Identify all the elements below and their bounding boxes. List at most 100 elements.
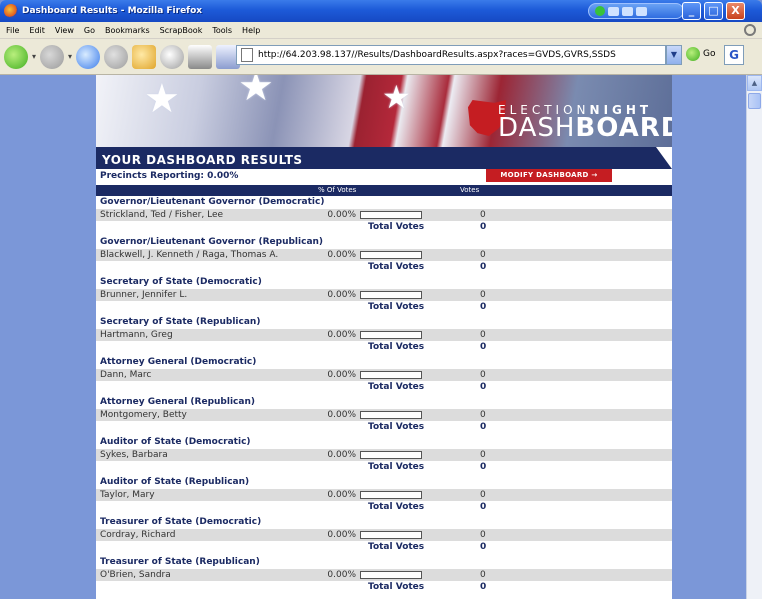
vote-count: 0 [480,330,486,340]
back-dropdown-icon[interactable]: ▾ [32,52,36,61]
race-block: Governor/Lieutenant Governor (Republican… [96,237,672,277]
candidate-row: Sykes, Barbara 0.00% 0 [96,449,672,461]
url-dropdown-icon[interactable]: ▼ [666,45,682,65]
vote-percent: 0.00% [327,210,356,220]
reload-icon[interactable] [76,44,101,69]
total-votes-label: Total Votes [368,222,425,232]
total-votes-label: Total Votes [368,302,425,312]
banner: ★ ★ ★ ELECTIONNIGHT DASHBOARD [96,75,672,147]
home-icon[interactable] [132,44,157,69]
menu-scrapbook[interactable]: ScrapBook [160,26,203,35]
race-title: Treasurer of State (Republican) [100,557,260,567]
network-icon [595,6,605,16]
vote-progress-bar [360,491,422,499]
total-votes-value: 0 [480,262,487,272]
total-votes-label: Total Votes [368,542,425,552]
race-block: Auditor of State (Republican) Taylor, Mar… [96,477,672,517]
back-arrow-icon[interactable] [4,44,28,69]
total-votes-value: 0 [480,422,487,432]
vote-count: 0 [480,250,486,260]
vote-progress-bar [360,451,422,459]
vote-percent: 0.00% [327,570,356,580]
brand-dashboard: DASHBOARD [498,113,672,143]
menu-file[interactable]: File [6,26,19,35]
vote-count: 0 [480,490,486,500]
scroll-up-arrow-icon[interactable]: ▲ [747,75,762,91]
race-title: Attorney General (Democratic) [100,357,257,367]
print-icon[interactable] [188,44,213,69]
vote-progress-bar [360,571,422,579]
address-bar[interactable]: http://64.203.98.137//Results/DashboardR… [236,45,666,65]
column-percent-header: % Of Votes [318,186,357,194]
vote-count: 0 [480,410,486,420]
vote-count: 0 [480,210,486,220]
vote-count: 0 [480,290,486,300]
history-icon[interactable] [160,44,185,69]
race-block: Governor/Lieutenant Governor (Democratic… [96,197,672,237]
candidate-name: Hartmann, Greg [100,330,173,340]
menu-help[interactable]: Help [242,26,260,35]
candidate-row: Cordray, Richard 0.00% 0 [96,529,672,541]
results-list: Governor/Lieutenant Governor (Democratic… [96,197,672,597]
page-title: YOUR DASHBOARD RESULTS [96,147,672,169]
forward-dropdown-icon[interactable]: ▾ [68,52,72,61]
candidate-row: Dann, Marc 0.00% 0 [96,369,672,381]
candidate-name: Blackwell, J. Kenneth / Raga, Thomas A. [100,250,279,260]
total-votes-value: 0 [480,222,487,232]
race-title: Governor/Lieutenant Governor (Republican… [100,237,324,247]
minimize-button[interactable]: _ [682,2,701,20]
vertical-scrollbar[interactable]: ▲ [746,75,762,599]
race-block: Secretary of State (Republican) Hartmann,… [96,317,672,357]
tray-icon [608,6,619,16]
menu-edit[interactable]: Edit [29,26,45,35]
race-title: Auditor of State (Democratic) [100,437,251,447]
total-votes-value: 0 [480,302,487,312]
vote-progress-bar [360,371,422,379]
close-button[interactable]: X [726,2,745,20]
vote-count: 0 [480,450,486,460]
candidate-name: Taylor, Mary [100,490,155,500]
url-text: http://64.203.98.137//Results/DashboardR… [258,50,616,60]
race-title: Auditor of State (Republican) [100,477,250,487]
menu-go[interactable]: Go [84,26,95,35]
stop-icon[interactable] [104,44,129,69]
candidate-name: Cordray, Richard [100,530,176,540]
total-votes-label: Total Votes [368,382,425,392]
results-page: ★ ★ ★ ELECTIONNIGHT DASHBOARD YOUR DASHB… [96,75,672,599]
total-votes-label: Total Votes [368,342,425,352]
menu-tools[interactable]: Tools [212,26,232,35]
menu-bar: File Edit View Go Bookmarks ScrapBook To… [0,22,762,39]
vote-progress-bar [360,211,422,219]
menu-view[interactable]: View [55,26,74,35]
vote-progress-bar [360,531,422,539]
race-block: Treasurer of State (Republican) O'Brien, … [96,557,672,597]
vote-percent: 0.00% [327,490,356,500]
total-votes-label: Total Votes [368,422,425,432]
candidate-name: Montgomery, Betty [100,410,187,420]
vote-count: 0 [480,530,486,540]
page-left-edge [0,75,8,599]
vote-progress-bar [360,291,422,299]
candidate-row: Hartmann, Greg 0.00% 0 [96,329,672,341]
scroll-thumb[interactable] [748,93,761,109]
modify-dashboard-button[interactable]: MODIFY DASHBOARD → [486,169,612,182]
candidate-name: Dann, Marc [100,370,152,380]
total-votes-value: 0 [480,342,487,352]
total-votes-value: 0 [480,462,487,472]
race-title: Attorney General (Republican) [100,397,255,407]
race-block: Attorney General (Democratic) Dann, Marc 0… [96,357,672,397]
star-icon: ★ [144,76,180,122]
system-tray [588,3,684,19]
race-title: Treasurer of State (Democratic) [100,517,262,527]
race-block: Auditor of State (Democratic) Sykes, Barb… [96,437,672,477]
search-engine-icon[interactable]: G [724,45,744,65]
maximize-button[interactable]: □ [704,2,723,20]
tray-icon [622,6,633,16]
menu-bookmarks[interactable]: Bookmarks [105,26,150,35]
go-button[interactable]: Go [686,47,715,61]
candidate-name: Brunner, Jennifer L. [100,290,188,300]
vote-percent: 0.00% [327,410,356,420]
forward-arrow-icon[interactable] [40,44,65,69]
tray-icon [636,6,647,16]
vote-percent: 0.00% [327,370,356,380]
